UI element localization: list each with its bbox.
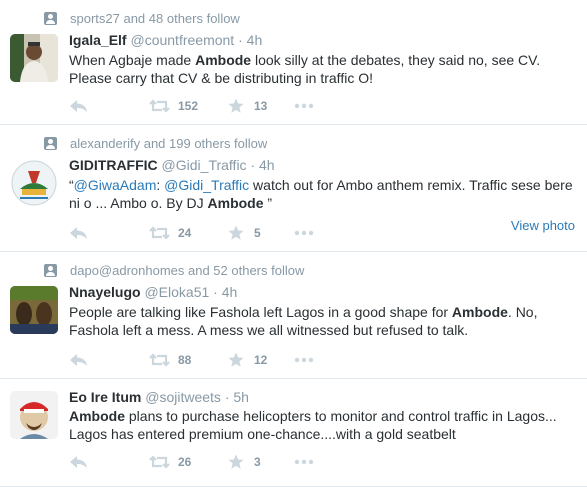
follow-context: alexanderify and 199 others follow [44, 135, 267, 151]
retweet-icon [149, 99, 170, 113]
avatar[interactable] [10, 34, 58, 82]
user-handle[interactable]: @Eloka51 [144, 284, 209, 300]
tweet[interactable]: sports27 and 48 others follow Igala_Elf … [0, 0, 587, 125]
keyword-highlight: Ambode [207, 195, 264, 211]
favorite-count: 3 [254, 455, 261, 469]
user-handle[interactable]: @Gidi_Traffic [162, 157, 247, 173]
context-text[interactable]: sports27 and 48 others follow [70, 11, 240, 26]
tweet[interactable]: dapo@adronhomes and 52 others follow Nna… [0, 252, 587, 379]
keyword-highlight: Ambode [69, 408, 125, 424]
reply-icon [70, 456, 87, 468]
text-part: When Agbaje made [69, 52, 196, 68]
tweet-text: “@GiwaAdam: @Gidi_Traffic watch out for … [69, 176, 584, 212]
retweet-count: 26 [178, 455, 192, 469]
tweet-time[interactable]: 4h [259, 157, 275, 173]
separator-dot: · [250, 157, 256, 173]
keyword-highlight: Ambode [451, 304, 508, 320]
retweet-button[interactable]: 152 [149, 99, 208, 113]
text-part: ” [263, 195, 273, 211]
user-handle[interactable]: @sojitweets [145, 389, 221, 405]
separator-dot: · [213, 284, 218, 300]
more-button[interactable] [294, 459, 314, 465]
user-fullname[interactable]: Igala_Elf [69, 32, 127, 48]
more-button[interactable] [294, 357, 314, 363]
favorite-button[interactable]: 3 [228, 454, 284, 470]
retweet-button[interactable]: 88 [149, 353, 208, 367]
favorite-count: 13 [254, 99, 268, 113]
favorite-button[interactable]: 5 [228, 225, 284, 241]
favorite-button[interactable]: 13 [228, 98, 284, 114]
favorite-star-icon [228, 454, 244, 469]
reply-icon [70, 227, 87, 239]
mention-link[interactable]: @Gidi_Traffic [164, 177, 249, 193]
favorite-star-icon [228, 225, 244, 240]
reply-button[interactable] [69, 455, 91, 469]
follow-icon [44, 263, 57, 277]
view-photo-link[interactable]: View photo [511, 218, 575, 233]
reply-icon [70, 354, 87, 366]
reply-button[interactable] [69, 353, 91, 367]
tweet-feed: sports27 and 48 others follow Igala_Elf … [0, 0, 587, 487]
text-part: People are talking like Fashola left Lag… [69, 304, 452, 320]
text-part: plans to purchase helicopters to monitor… [69, 408, 557, 442]
tweet-time[interactable]: 4h [247, 32, 263, 48]
more-dots-icon [294, 357, 314, 363]
text-part: : [156, 177, 165, 193]
keyword-highlight: Ambode [195, 52, 252, 68]
mention-link[interactable]: @GiwaAdam [74, 177, 157, 193]
avatar[interactable] [10, 286, 58, 334]
favorite-star-icon [228, 352, 244, 367]
tweet-text: When Agbaje made Ambode look silly at th… [69, 51, 584, 87]
retweet-button[interactable]: 26 [149, 455, 208, 469]
favorite-count: 12 [254, 353, 268, 367]
separator-dot: · [224, 389, 230, 405]
tweet-actions: 88 12 [69, 350, 314, 370]
tweet-time[interactable]: 4h [222, 284, 238, 300]
avatar[interactable] [10, 159, 58, 207]
follow-context: sports27 and 48 others follow [44, 10, 240, 26]
context-text[interactable]: dapo@adronhomes and 52 others follow [70, 263, 304, 278]
favorite-button[interactable]: 12 [228, 352, 284, 368]
tweet-header: Nnayelugo @Eloka51 · 4h [69, 284, 237, 300]
retweet-count: 88 [178, 353, 192, 367]
retweet-count: 24 [178, 226, 192, 240]
more-dots-icon [294, 230, 314, 236]
tweet[interactable]: Eo Ire Itum @sojitweets · 5h Ambode plan… [0, 379, 587, 487]
tweet-actions: 26 3 [69, 452, 314, 472]
user-fullname[interactable]: Eo Ire Itum [69, 389, 141, 405]
tweet-text: Ambode plans to purchase helicopters to … [69, 407, 584, 443]
tweet[interactable]: alexanderify and 199 others follow GIDIT… [0, 125, 587, 252]
tweet-text: People are talking like Fashola left Lag… [69, 303, 584, 339]
user-fullname[interactable]: GIDITRAFFIC [69, 157, 158, 173]
context-text[interactable]: alexanderify and 199 others follow [70, 136, 267, 151]
tweet-actions: 152 13 [69, 96, 314, 116]
separator-dot: · [238, 32, 243, 48]
retweet-icon [149, 353, 170, 367]
more-dots-icon [294, 103, 314, 109]
follow-context: dapo@adronhomes and 52 others follow [44, 262, 304, 278]
favorite-star-icon [228, 98, 244, 113]
user-fullname[interactable]: Nnayelugo [69, 284, 141, 300]
reply-icon [70, 100, 87, 112]
tweet-header: Igala_Elf @countfreemont · 4h [69, 32, 262, 48]
retweet-count: 152 [178, 99, 199, 113]
reply-button[interactable] [69, 226, 91, 240]
retweet-button[interactable]: 24 [149, 226, 208, 240]
more-dots-icon [294, 459, 314, 465]
tweet-actions: 24 5 [69, 223, 314, 243]
favorite-count: 5 [254, 226, 261, 240]
retweet-icon [149, 226, 170, 240]
avatar[interactable] [10, 391, 58, 439]
more-button[interactable] [294, 230, 314, 236]
follow-icon [44, 136, 57, 150]
retweet-icon [149, 455, 170, 469]
reply-button[interactable] [69, 99, 91, 113]
user-handle[interactable]: @countfreemont [130, 32, 234, 48]
follow-icon [44, 11, 57, 25]
tweet-time[interactable]: 5h [233, 389, 249, 405]
tweet-header: GIDITRAFFIC @Gidi_Traffic · 4h [69, 157, 275, 173]
more-button[interactable] [294, 103, 314, 109]
tweet-header: Eo Ire Itum @sojitweets · 5h [69, 389, 249, 405]
